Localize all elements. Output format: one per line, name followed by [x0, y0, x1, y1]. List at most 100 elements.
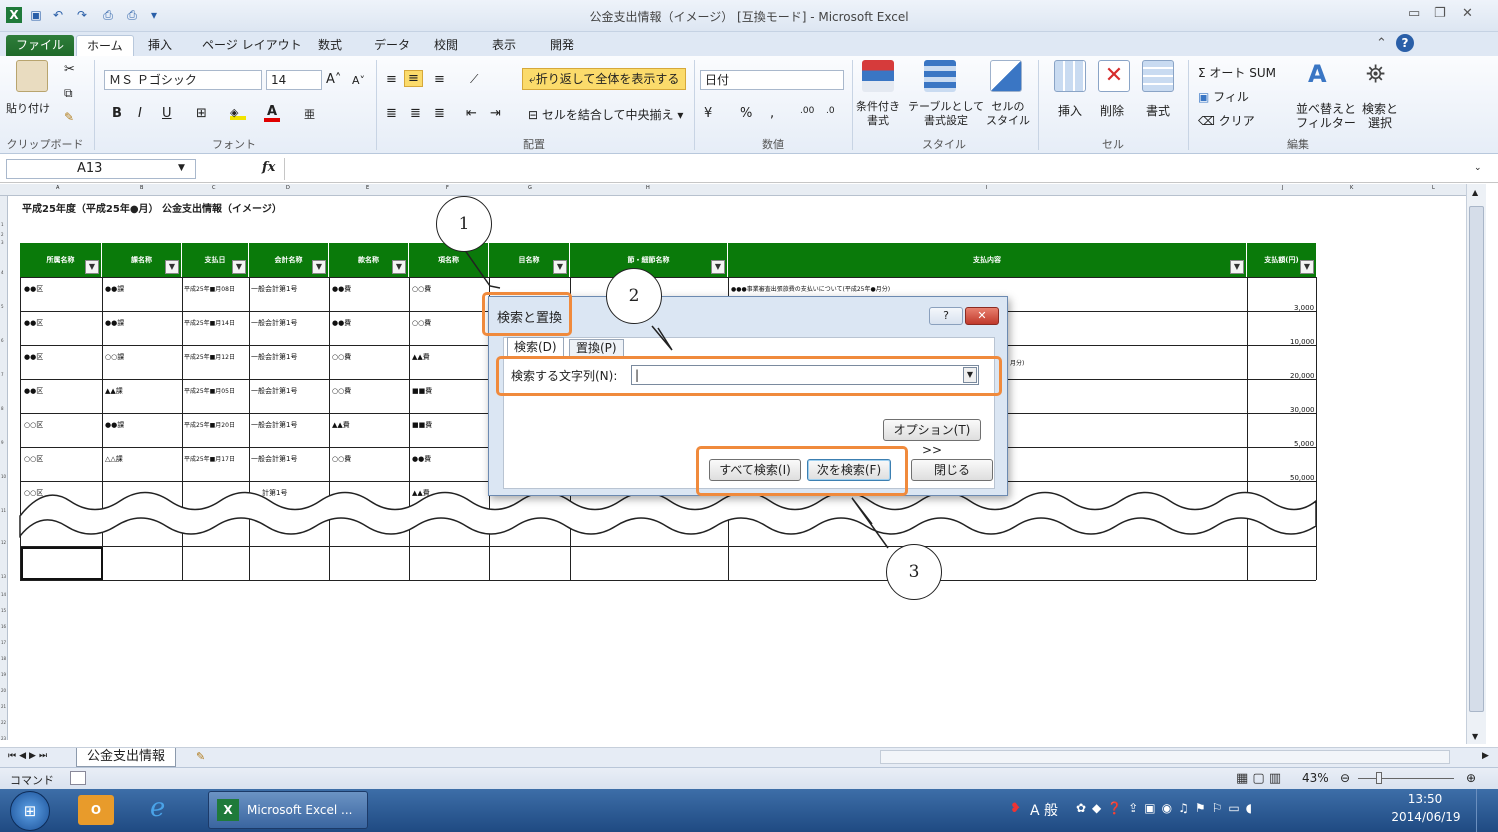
format-painter-icon[interactable]: ✎: [64, 110, 74, 124]
tab-file[interactable]: ファイル: [6, 35, 75, 56]
column-header[interactable]: D: [286, 185, 290, 191]
zoom-out-icon[interactable]: ⊖: [1340, 771, 1350, 785]
find-select-button[interactable]: 検索と 選択: [1362, 102, 1398, 130]
header-cell[interactable]: 支払日 ▼: [182, 243, 249, 277]
header-cell[interactable]: 款名称 ▼: [329, 243, 409, 277]
insert-cells-icon[interactable]: [1054, 60, 1086, 92]
expand-formula-icon[interactable]: ⌄: [1474, 163, 1482, 173]
row-number[interactable]: 20: [1, 688, 6, 693]
autosum-button[interactable]: Σ オート SUM: [1198, 64, 1276, 81]
orientation-icon[interactable]: ⟋: [470, 72, 478, 87]
header-cell[interactable]: 所属名称 ▼: [20, 243, 102, 277]
macro-record-icon[interactable]: [70, 771, 86, 785]
sheet-nav-icon[interactable]: ⏮◀▶⏭: [8, 751, 50, 761]
cut-icon[interactable]: ✂: [64, 62, 75, 77]
delete-cells-icon[interactable]: ✕: [1098, 60, 1130, 92]
row-number[interactable]: 7: [1, 372, 4, 377]
help-icon[interactable]: ?: [1396, 34, 1414, 52]
format-cells-icon[interactable]: [1142, 60, 1174, 92]
fill-button[interactable]: ▣ フィル: [1198, 88, 1249, 105]
row-number[interactable]: 3: [1, 240, 4, 245]
row-number[interactable]: 19: [1, 672, 6, 677]
fx-label[interactable]: fx: [262, 160, 275, 175]
borders-icon[interactable]: ⊞: [196, 106, 207, 121]
row-number[interactable]: 11: [1, 508, 6, 513]
name-box[interactable]: A13: [6, 159, 196, 179]
format-as-table-icon[interactable]: [924, 60, 956, 92]
row-number[interactable]: 17: [1, 640, 6, 645]
header-cell[interactable]: 目名称 ▼: [489, 243, 570, 277]
underline-button[interactable]: U: [162, 106, 172, 121]
grow-font-icon[interactable]: A˄: [326, 72, 341, 87]
zoom-level[interactable]: 43%: [1302, 771, 1329, 785]
column-header[interactable]: H: [646, 185, 650, 191]
zoom-in-icon[interactable]: ⊕: [1466, 771, 1476, 785]
horizontal-scrollbar[interactable]: [880, 750, 1450, 764]
tray-icons[interactable]: ✿◆❓⇪▣◉♫⚑⚐▭◖: [1076, 801, 1258, 815]
tab-data[interactable]: データ: [364, 35, 420, 56]
bold-button[interactable]: B: [112, 106, 122, 121]
insert-cells-button[interactable]: 挿入: [1058, 102, 1082, 119]
row-number[interactable]: 5: [1, 304, 4, 309]
align-left-icon[interactable]: ≣: [386, 106, 397, 121]
number-format-combo[interactable]: 日付: [700, 70, 844, 90]
column-header[interactable]: B: [140, 185, 143, 191]
scroll-down-icon[interactable]: ▼: [1472, 732, 1478, 741]
clear-button[interactable]: ⌫ クリア: [1198, 112, 1255, 129]
cell-styles-icon[interactable]: [990, 60, 1022, 92]
row-number[interactable]: 8: [1, 406, 4, 411]
fill-color-icon[interactable]: ◈: [230, 106, 246, 120]
restore-icon[interactable]: ❐: [1434, 6, 1446, 21]
options-button[interactable]: オプション(T) >>: [883, 419, 981, 457]
row-number[interactable]: 18: [1, 656, 6, 661]
close-icon[interactable]: ✕: [1462, 6, 1473, 21]
decrease-indent-icon[interactable]: ⇤: [466, 106, 477, 121]
tab-developer[interactable]: 開発: [540, 35, 584, 56]
close-button[interactable]: 閉じる: [911, 459, 993, 481]
align-middle-icon[interactable]: ≡: [404, 70, 423, 87]
font-color-icon[interactable]: A: [264, 104, 280, 122]
delete-cells-button[interactable]: 削除: [1100, 102, 1124, 119]
italic-button[interactable]: I: [138, 106, 142, 121]
merge-center-button[interactable]: ⊟ セルを結合して中央揃え ▾: [528, 106, 683, 123]
phonetic-icon[interactable]: 亜: [304, 106, 315, 122]
column-header[interactable]: I: [986, 185, 987, 191]
tray-ime-icon[interactable]: ❥: [1010, 801, 1021, 816]
filter-dropdown-icon[interactable]: ▼: [165, 260, 179, 274]
taskbar-excel-button[interactable]: X Microsoft Excel ...: [208, 791, 368, 829]
comma-button[interactable]: ,: [770, 106, 774, 121]
sort-filter-button[interactable]: 並べ替えと フィルター: [1296, 102, 1356, 130]
filter-dropdown-icon[interactable]: ▼: [553, 260, 567, 274]
align-center-icon[interactable]: ≣: [410, 106, 421, 121]
active-cell-a13[interactable]: [21, 547, 103, 580]
sheet-tab-active[interactable]: 公金支出情報: [76, 748, 177, 767]
row-number[interactable]: 4: [1, 270, 4, 275]
scroll-thumb[interactable]: [1469, 206, 1484, 712]
font-name-combo[interactable]: ＭＳ Ｐゴシック: [104, 70, 262, 90]
sort-filter-icon[interactable]: A: [1308, 60, 1327, 88]
row-number[interactable]: 12: [1, 540, 6, 545]
column-header[interactable]: C: [212, 185, 216, 191]
tab-formulas[interactable]: 数式: [308, 35, 352, 56]
formula-input[interactable]: [284, 158, 1462, 180]
tab-view[interactable]: 表示: [482, 35, 526, 56]
copy-icon[interactable]: ⧉: [64, 86, 73, 101]
filter-dropdown-icon[interactable]: ▼: [392, 260, 406, 274]
row-number[interactable]: 10: [1, 474, 6, 479]
column-header[interactable]: F: [446, 185, 449, 191]
filter-dropdown-icon[interactable]: ▼: [1230, 260, 1244, 274]
ime-mode[interactable]: A 般: [1030, 800, 1058, 820]
tab-home[interactable]: ホーム: [76, 35, 134, 56]
column-header[interactable]: E: [366, 185, 369, 191]
view-buttons-icon[interactable]: ▦ ▢ ▥: [1236, 771, 1281, 786]
row-number[interactable]: 14: [1, 592, 6, 597]
format-cells-button[interactable]: 書式: [1146, 102, 1170, 119]
row-number[interactable]: 23: [1, 736, 6, 741]
conditional-format-icon[interactable]: [862, 60, 894, 92]
row-number[interactable]: 15: [1, 608, 6, 613]
filter-dropdown-icon[interactable]: ▼: [1300, 260, 1314, 274]
row-number[interactable]: 22: [1, 720, 6, 725]
scroll-up-icon[interactable]: ▲: [1472, 188, 1478, 197]
font-size-combo[interactable]: 14: [266, 70, 322, 90]
row-number[interactable]: 9: [1, 440, 4, 445]
